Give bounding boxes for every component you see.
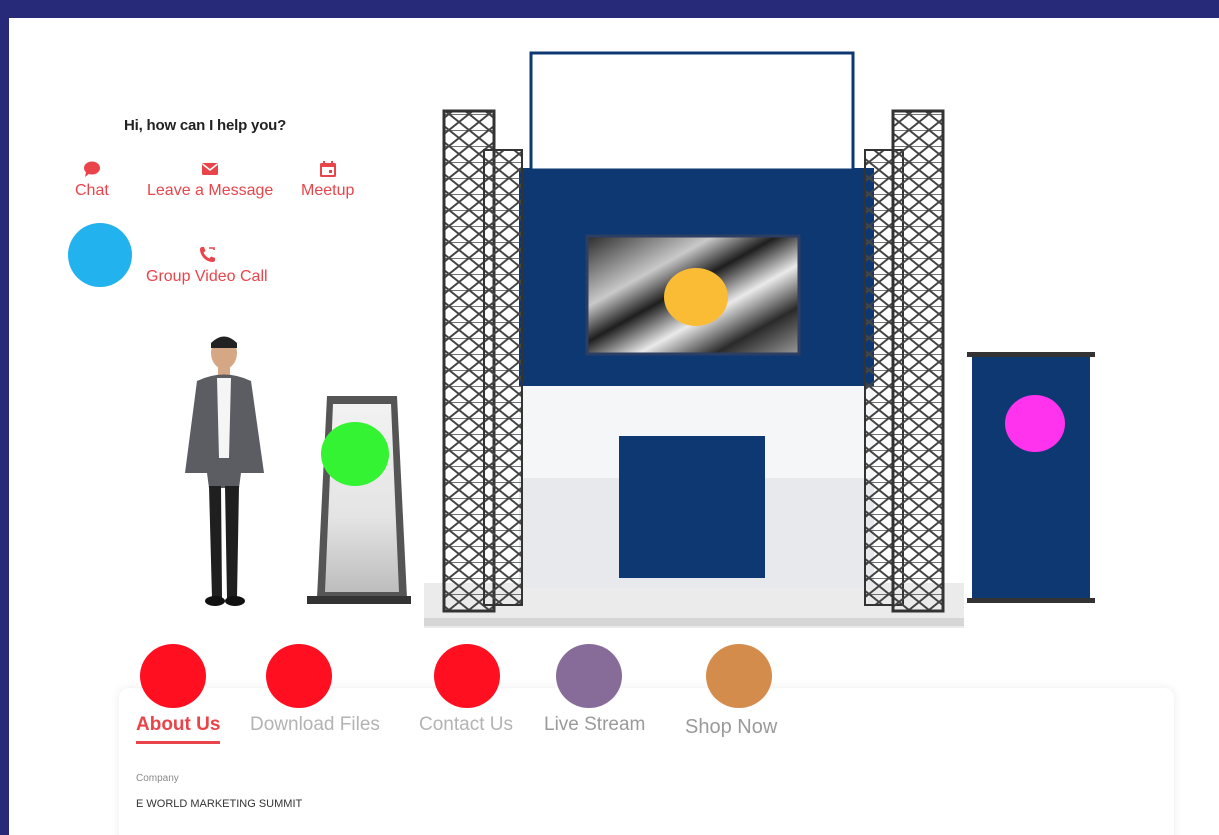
tab-shop-now[interactable]: Shop Now <box>685 716 777 739</box>
truss-right-front <box>891 109 945 613</box>
tab-download-files[interactable]: Download Files <box>250 714 380 736</box>
tab-live-stream[interactable]: Live Stream <box>544 714 645 736</box>
video-screen-hotspot[interactable] <box>664 268 728 326</box>
active-tab-underline <box>136 741 220 744</box>
booth-signboard <box>529 51 855 172</box>
booth-counter <box>619 436 765 578</box>
booth-illustration <box>185 51 1095 628</box>
shop-now-hotspot[interactable] <box>706 644 772 708</box>
booth-host-person <box>185 336 264 606</box>
contact-us-hotspot[interactable] <box>434 644 500 708</box>
download-files-hotspot[interactable] <box>266 644 332 708</box>
company-name: E WORLD MARKETING SUMMIT <box>136 798 303 810</box>
company-label: Company <box>136 773 179 784</box>
info-panel <box>119 688 1174 835</box>
truss-left-back <box>483 149 523 606</box>
live-stream-hotspot[interactable] <box>556 644 622 708</box>
booth-frame: Hi, how can I help you? Chat Leave a Mes… <box>9 18 1219 835</box>
tab-about-us[interactable]: About Us <box>136 714 220 736</box>
about-us-hotspot[interactable] <box>140 644 206 708</box>
kiosk-hotspot[interactable] <box>321 422 389 486</box>
standing-banner <box>972 354 1090 602</box>
banner-hotspot[interactable] <box>1005 395 1065 452</box>
tab-contact-us[interactable]: Contact Us <box>419 714 513 736</box>
